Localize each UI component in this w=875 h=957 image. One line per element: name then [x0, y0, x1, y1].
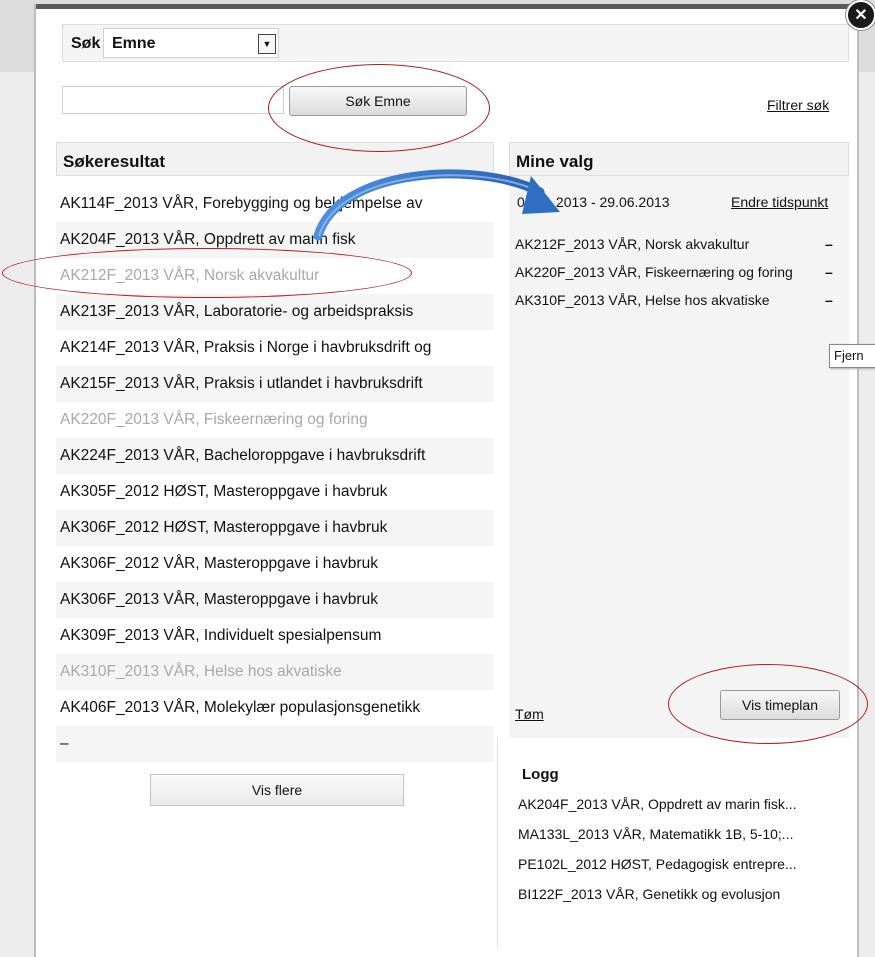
close-icon[interactable]: ✕ [846, 0, 875, 30]
remove-course-button[interactable]: – [825, 292, 833, 308]
result-row[interactable]: AK212F_2013 VÅR, Norsk akvakultur [56, 258, 494, 294]
search-type-value: Emne [112, 35, 156, 52]
log-item[interactable]: PE102L_2012 HØST, Pedagogisk entrepre... [518, 856, 797, 872]
results-list: AK114F_2013 VÅR, Forebygging og bekjempe… [56, 186, 494, 762]
result-row[interactable]: AK114F_2013 VÅR, Forebygging og bekjempe… [56, 186, 494, 222]
search-label: Søk [71, 35, 101, 52]
result-row[interactable]: AK306F_2012 VÅR, Masteroppgave i havbruk [56, 546, 494, 582]
result-row[interactable]: AK213F_2013 VÅR, Laboratorie- og arbeids… [56, 294, 494, 330]
result-row[interactable]: AK204F_2013 VÅR, Oppdrett av marin fisk [56, 222, 494, 258]
log-item[interactable]: BI122F_2013 VÅR, Genetikk og evolusjon [518, 886, 780, 902]
selected-course: AK220F_2013 VÅR, Fiskeernæring og foring [515, 264, 793, 280]
log-title: Logg [522, 766, 559, 783]
result-row[interactable]: AK224F_2013 VÅR, Bacheloroppgave i havbr… [56, 438, 494, 474]
result-row[interactable]: AK306F_2012 HØST, Masteroppgave i havbru… [56, 510, 494, 546]
show-more-button[interactable]: Vis flere [150, 774, 404, 806]
selected-course: AK212F_2013 VÅR, Norsk akvakultur [515, 236, 750, 252]
my-choices-panel: 01.01.2013 - 29.06.2013 Endre tidspunkt … [509, 176, 849, 738]
result-row[interactable]: AK306F_2013 VÅR, Masteroppgave i havbruk [56, 582, 494, 618]
show-schedule-button[interactable]: Vis timeplan [720, 690, 840, 720]
change-period-link[interactable]: Endre tidspunkt [731, 194, 828, 210]
remove-tooltip: Fjern [829, 344, 875, 368]
result-row[interactable]: AK220F_2013 VÅR, Fiskeernæring og foring [56, 402, 494, 438]
period-range: 01.01.2013 - 29.06.2013 [517, 194, 670, 210]
log-item[interactable]: MA133L_2013 VÅR, Matematikk 1B, 5-10;... [518, 826, 793, 842]
log-divider [497, 738, 498, 948]
search-course-button[interactable]: Søk Emne [289, 86, 467, 116]
search-type-bar: Søk Emne ▼ [62, 24, 849, 62]
result-row[interactable]: AK215F_2013 VÅR, Praksis i utlandet i ha… [56, 366, 494, 402]
remove-course-button[interactable]: – [825, 236, 833, 252]
result-row[interactable]: – [56, 726, 494, 762]
results-header: Søkeresultat [56, 142, 494, 176]
my-choices-header: Mine valg [509, 142, 849, 176]
log-item[interactable]: AK204F_2013 VÅR, Oppdrett av marin fisk.… [518, 796, 797, 812]
dropdown-arrow-icon[interactable]: ▼ [258, 34, 276, 54]
result-row[interactable]: AK305F_2012 HØST, Masteroppgave i havbru… [56, 474, 494, 510]
result-row[interactable]: AK310F_2013 VÅR, Helse hos akvatiske [56, 654, 494, 690]
clear-link[interactable]: Tøm [515, 706, 544, 722]
search-type-select[interactable]: Emne ▼ [103, 28, 279, 58]
search-input[interactable] [62, 86, 284, 114]
remove-course-button[interactable]: – [825, 264, 833, 280]
result-row[interactable]: AK406F_2013 VÅR, Molekylær populasjonsge… [56, 690, 494, 726]
result-row[interactable]: AK309F_2013 VÅR, Individuelt spesialpens… [56, 618, 494, 654]
filter-search-link[interactable]: Filtrer søk [767, 97, 829, 113]
selected-course: AK310F_2013 VÅR, Helse hos akvatiske [515, 292, 770, 308]
result-row[interactable]: AK214F_2013 VÅR, Praksis i Norge i havbr… [56, 330, 494, 366]
